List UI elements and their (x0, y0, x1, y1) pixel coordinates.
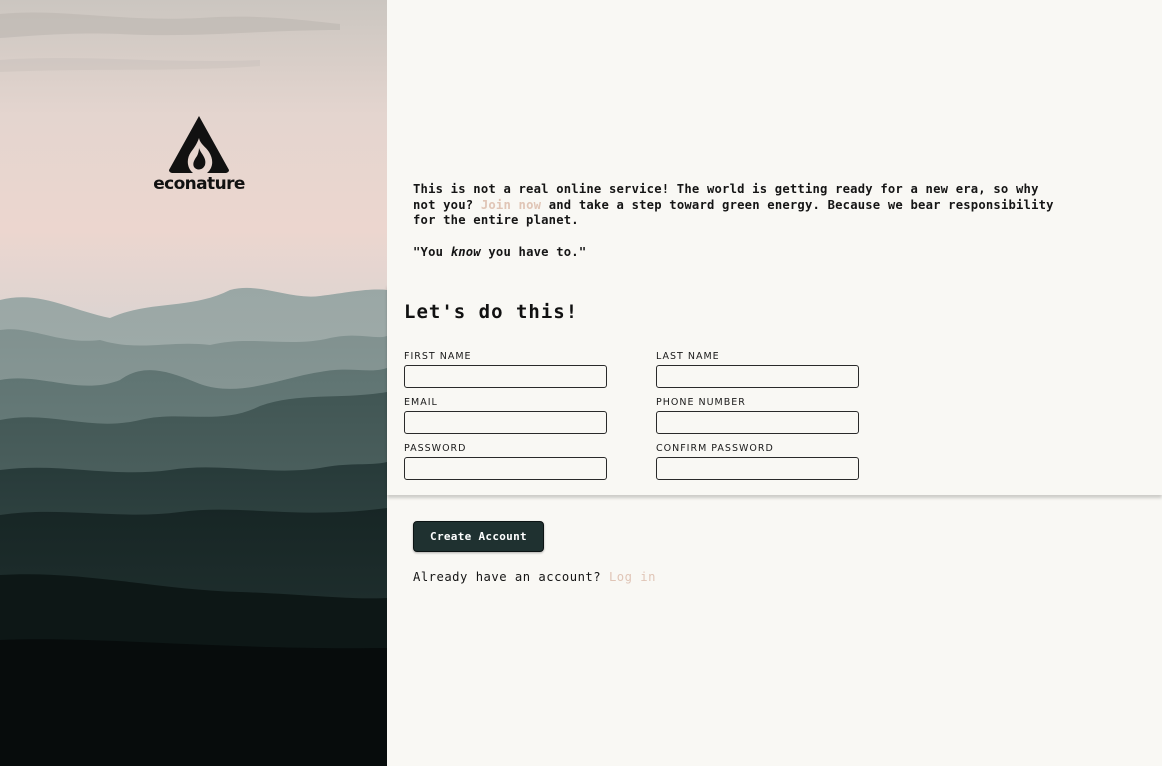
email-input[interactable] (404, 411, 607, 434)
quote-after: you have to." (480, 244, 587, 259)
first-name-field: FIRST NAME (404, 351, 608, 388)
login-prompt: Already have an account? Log in (413, 570, 656, 584)
last-name-field: LAST NAME (656, 351, 860, 388)
page: econature This is not a real online serv… (0, 0, 1162, 766)
flame-mountain-icon (169, 116, 229, 173)
intro-paragraph: This is not a real online service! The w… (413, 182, 1063, 229)
login-prompt-text: Already have an account? (413, 570, 609, 584)
intro-text: This is not a real online service! The w… (413, 182, 1063, 260)
hero-landscape-image: econature (0, 0, 387, 766)
confirm-password-input[interactable] (656, 457, 859, 480)
last-name-input[interactable] (656, 365, 859, 388)
password-label: PASSWORD (404, 443, 467, 454)
quote-before: "You (413, 244, 451, 259)
log-in-link[interactable]: Log in (609, 570, 656, 584)
quote-emphasis: know (450, 244, 481, 259)
email-field: EMAIL (404, 397, 608, 434)
main-content: This is not a real online service! The w… (387, 0, 1162, 766)
brand-logo[interactable]: econature (150, 114, 248, 194)
confirm-password-label: CONFIRM PASSWORD (656, 443, 774, 454)
join-now-link[interactable]: Join now (481, 198, 541, 212)
first-name-label: FIRST NAME (404, 351, 472, 362)
password-field: PASSWORD (404, 443, 608, 480)
phone-number-field: PHONE NUMBER (656, 397, 860, 434)
phone-number-input[interactable] (656, 411, 859, 434)
signup-form: Let's do this! FIRST NAME LAST NAME EMAI… (387, 284, 1162, 495)
first-name-input[interactable] (404, 365, 607, 388)
intro-quote: "You know you have to." (413, 245, 1063, 261)
form-title: Let's do this! (404, 301, 579, 323)
phone-number-label: PHONE NUMBER (656, 397, 746, 408)
last-name-label: LAST NAME (656, 351, 720, 362)
email-label: EMAIL (404, 397, 438, 408)
confirm-password-field: CONFIRM PASSWORD (656, 443, 860, 480)
password-input[interactable] (404, 457, 607, 480)
brand-wordmark: econature (153, 174, 245, 194)
create-account-button[interactable]: Create Account (413, 521, 544, 552)
